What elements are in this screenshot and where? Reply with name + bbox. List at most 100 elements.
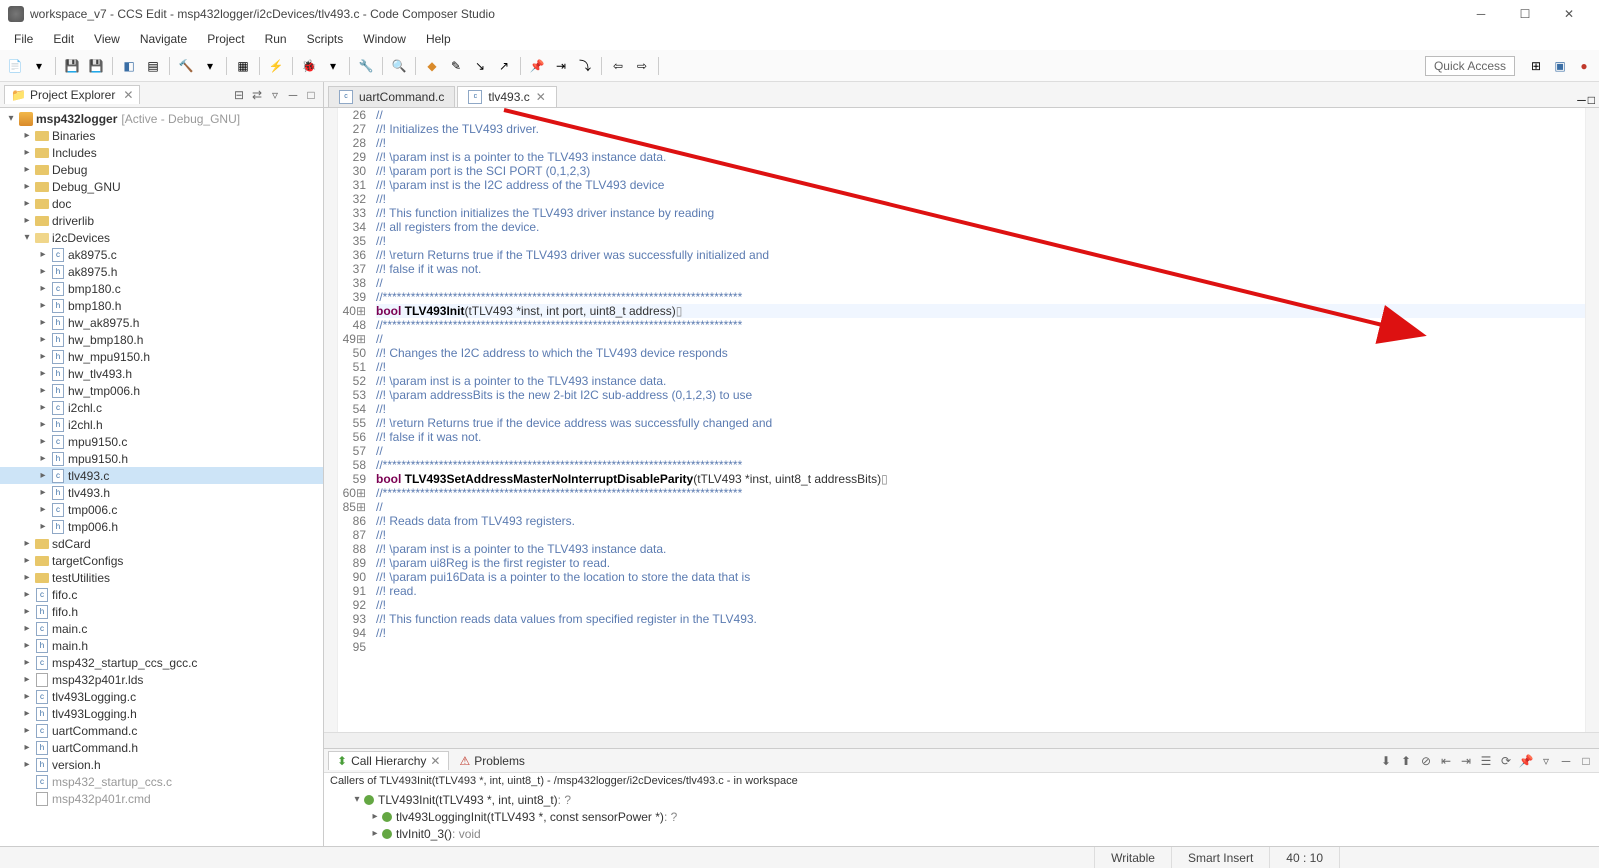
ccs-edit-perspective-icon[interactable]: ▣ <box>1549 55 1571 77</box>
open-element-icon[interactable]: ◆ <box>421 55 443 77</box>
next-annotation-icon[interactable]: ↘ <box>469 55 491 77</box>
open-type-icon[interactable]: ◧ <box>118 55 140 77</box>
link-editor-icon[interactable]: ⇄ <box>249 87 265 103</box>
menu-navigate[interactable]: Navigate <box>132 30 195 48</box>
tree-item[interactable]: ▸htlv493.h <box>0 484 323 501</box>
history-icon[interactable]: ☰ <box>1477 752 1495 770</box>
menu-file[interactable]: File <box>6 30 41 48</box>
menu-edit[interactable]: Edit <box>45 30 82 48</box>
tree-item[interactable]: ▸hversion.h <box>0 756 323 773</box>
wrench-icon[interactable]: 🔧 <box>355 55 377 77</box>
tree-item[interactable]: ▸cmsp432_startup_ccs_gcc.c <box>0 654 323 671</box>
build-dropdown-icon[interactable]: ▾ <box>199 55 221 77</box>
step-over-icon[interactable]: ⤵ <box>574 55 596 77</box>
minimize-editor-icon[interactable]: ─ <box>1577 93 1586 107</box>
tree-item[interactable]: msp432p401r.cmd <box>0 790 323 807</box>
overview-ruler[interactable] <box>1585 108 1599 732</box>
new-icon[interactable]: 📄 <box>4 55 26 77</box>
maximize-view-icon[interactable]: □ <box>303 87 319 103</box>
code-editor[interactable]: 262728293031323334353637383940⊞4849⊞5051… <box>324 108 1599 732</box>
view-menu-icon[interactable]: ▿ <box>267 87 283 103</box>
search-icon[interactable]: 🔍 <box>388 55 410 77</box>
menu-window[interactable]: Window <box>355 30 414 48</box>
tree-item[interactable]: ▸Debug <box>0 161 323 178</box>
tree-item[interactable]: ▾msp432logger[Active - Debug_GNU] <box>0 110 323 127</box>
debug-icon[interactable]: 🐞 <box>298 55 320 77</box>
collapse-all-icon[interactable]: ⊟ <box>231 87 247 103</box>
tree-item[interactable]: ▸hfifo.h <box>0 603 323 620</box>
horizontal-scrollbar[interactable] <box>324 732 1599 748</box>
line-number-gutter[interactable]: 262728293031323334353637383940⊞4849⊞5051… <box>338 108 372 732</box>
tree-item[interactable]: ▾i2cDevices <box>0 229 323 246</box>
open-perspective-icon[interactable]: ⊞ <box>1525 55 1547 77</box>
menu-scripts[interactable]: Scripts <box>299 30 352 48</box>
save-icon[interactable]: 💾 <box>61 55 83 77</box>
tree-item[interactable]: ▸hhw_mpu9150.h <box>0 348 323 365</box>
close-button[interactable]: ✕ <box>1547 0 1591 28</box>
tree-item[interactable]: ▸ctmp006.c <box>0 501 323 518</box>
tab-problems[interactable]: ⚠ Problems <box>451 752 532 770</box>
tree-item[interactable]: ▸sdCard <box>0 535 323 552</box>
back-icon[interactable]: ⇦ <box>607 55 629 77</box>
forward-icon[interactable]: ⇨ <box>631 55 653 77</box>
project-tree[interactable]: ▾msp432logger[Active - Debug_GNU]▸Binari… <box>0 108 323 846</box>
view-menu-icon[interactable]: ▿ <box>1537 752 1555 770</box>
down-arrow-icon[interactable]: ⬇ <box>1377 752 1395 770</box>
maximize-editor-icon[interactable]: □ <box>1588 93 1595 107</box>
tab-call-hierarchy[interactable]: ⬍ Call Hierarchy ✕ <box>328 751 449 770</box>
tab-tlv493[interactable]: c tlv493.c ✕ <box>457 86 556 107</box>
tree-item[interactable]: ▸hhw_tmp006.h <box>0 382 323 399</box>
close-icon[interactable]: ✕ <box>123 88 133 102</box>
callers-tree[interactable]: ▾TLV493Init(tTLV493 *, int, uint8_t) : ?… <box>324 789 1599 846</box>
refresh-icon[interactable]: ⟳ <box>1497 752 1515 770</box>
tree-item[interactable]: ▸Debug_GNU <box>0 178 323 195</box>
target-config-icon[interactable]: ▦ <box>232 55 254 77</box>
step-icon[interactable]: ⇥ <box>550 55 572 77</box>
callees-mode-icon[interactable]: ⇥ <box>1457 752 1475 770</box>
save-all-icon[interactable]: 💾 <box>85 55 107 77</box>
tree-item[interactable]: ▸huartCommand.h <box>0 739 323 756</box>
pin-icon[interactable]: 📌 <box>526 55 548 77</box>
debug-dropdown-icon[interactable]: ▾ <box>322 55 344 77</box>
menu-view[interactable]: View <box>86 30 128 48</box>
tree-item[interactable]: ▸cak8975.c <box>0 246 323 263</box>
tree-item[interactable]: ▸ci2chl.c <box>0 399 323 416</box>
minimize-button[interactable]: ─ <box>1459 0 1503 28</box>
menu-run[interactable]: Run <box>257 30 295 48</box>
caller-node[interactable]: ▾TLV493Init(tTLV493 *, int, uint8_t) : ? <box>324 791 1599 808</box>
callers-mode-icon[interactable]: ⇤ <box>1437 752 1455 770</box>
toggle-mark-icon[interactable]: ✎ <box>445 55 467 77</box>
tree-item[interactable]: ▸cmpu9150.c <box>0 433 323 450</box>
build-icon[interactable]: 🔨 <box>175 55 197 77</box>
tree-item[interactable]: ▸htmp006.h <box>0 518 323 535</box>
up-arrow-icon[interactable]: ⬆ <box>1397 752 1415 770</box>
tree-item[interactable]: ▸htlv493Logging.h <box>0 705 323 722</box>
new-dropdown-icon[interactable]: ▾ <box>28 55 50 77</box>
tree-item[interactable]: ▸hhw_ak8975.h <box>0 314 323 331</box>
tree-item[interactable]: ▸hbmp180.h <box>0 297 323 314</box>
tree-item[interactable]: ▸ctlv493Logging.c <box>0 688 323 705</box>
tree-item[interactable]: ▸driverlib <box>0 212 323 229</box>
tree-item[interactable]: ▸Binaries <box>0 127 323 144</box>
close-icon[interactable]: ✕ <box>536 90 546 104</box>
tree-item[interactable]: ▸msp432p401r.lds <box>0 671 323 688</box>
tree-item[interactable]: cmsp432_startup_ccs.c <box>0 773 323 790</box>
marker-bar[interactable] <box>324 108 338 732</box>
prev-annotation-icon[interactable]: ↗ <box>493 55 515 77</box>
tree-item[interactable]: ▸cmain.c <box>0 620 323 637</box>
tree-item[interactable]: ▸ctlv493.c <box>0 467 323 484</box>
tree-item[interactable]: ▸targetConfigs <box>0 552 323 569</box>
quick-access-input[interactable]: Quick Access <box>1425 56 1515 76</box>
menu-help[interactable]: Help <box>418 30 459 48</box>
maximize-button[interactable]: ☐ <box>1503 0 1547 28</box>
menu-project[interactable]: Project <box>199 30 252 48</box>
tree-item[interactable]: ▸doc <box>0 195 323 212</box>
code-text[interactable]: ////! Initializes the TLV493 driver.//!/… <box>372 108 1585 732</box>
minimize-view-icon[interactable]: ─ <box>1557 752 1575 770</box>
toggle-breadcrumb-icon[interactable]: ▤ <box>142 55 164 77</box>
caller-node[interactable]: ▸tlvInit0_3() : void <box>324 825 1599 842</box>
tree-item[interactable]: ▸Includes <box>0 144 323 161</box>
tab-uartcommand[interactable]: c uartCommand.c <box>328 86 455 107</box>
minimize-view-icon[interactable]: ─ <box>285 87 301 103</box>
tree-item[interactable]: ▸hhw_tlv493.h <box>0 365 323 382</box>
